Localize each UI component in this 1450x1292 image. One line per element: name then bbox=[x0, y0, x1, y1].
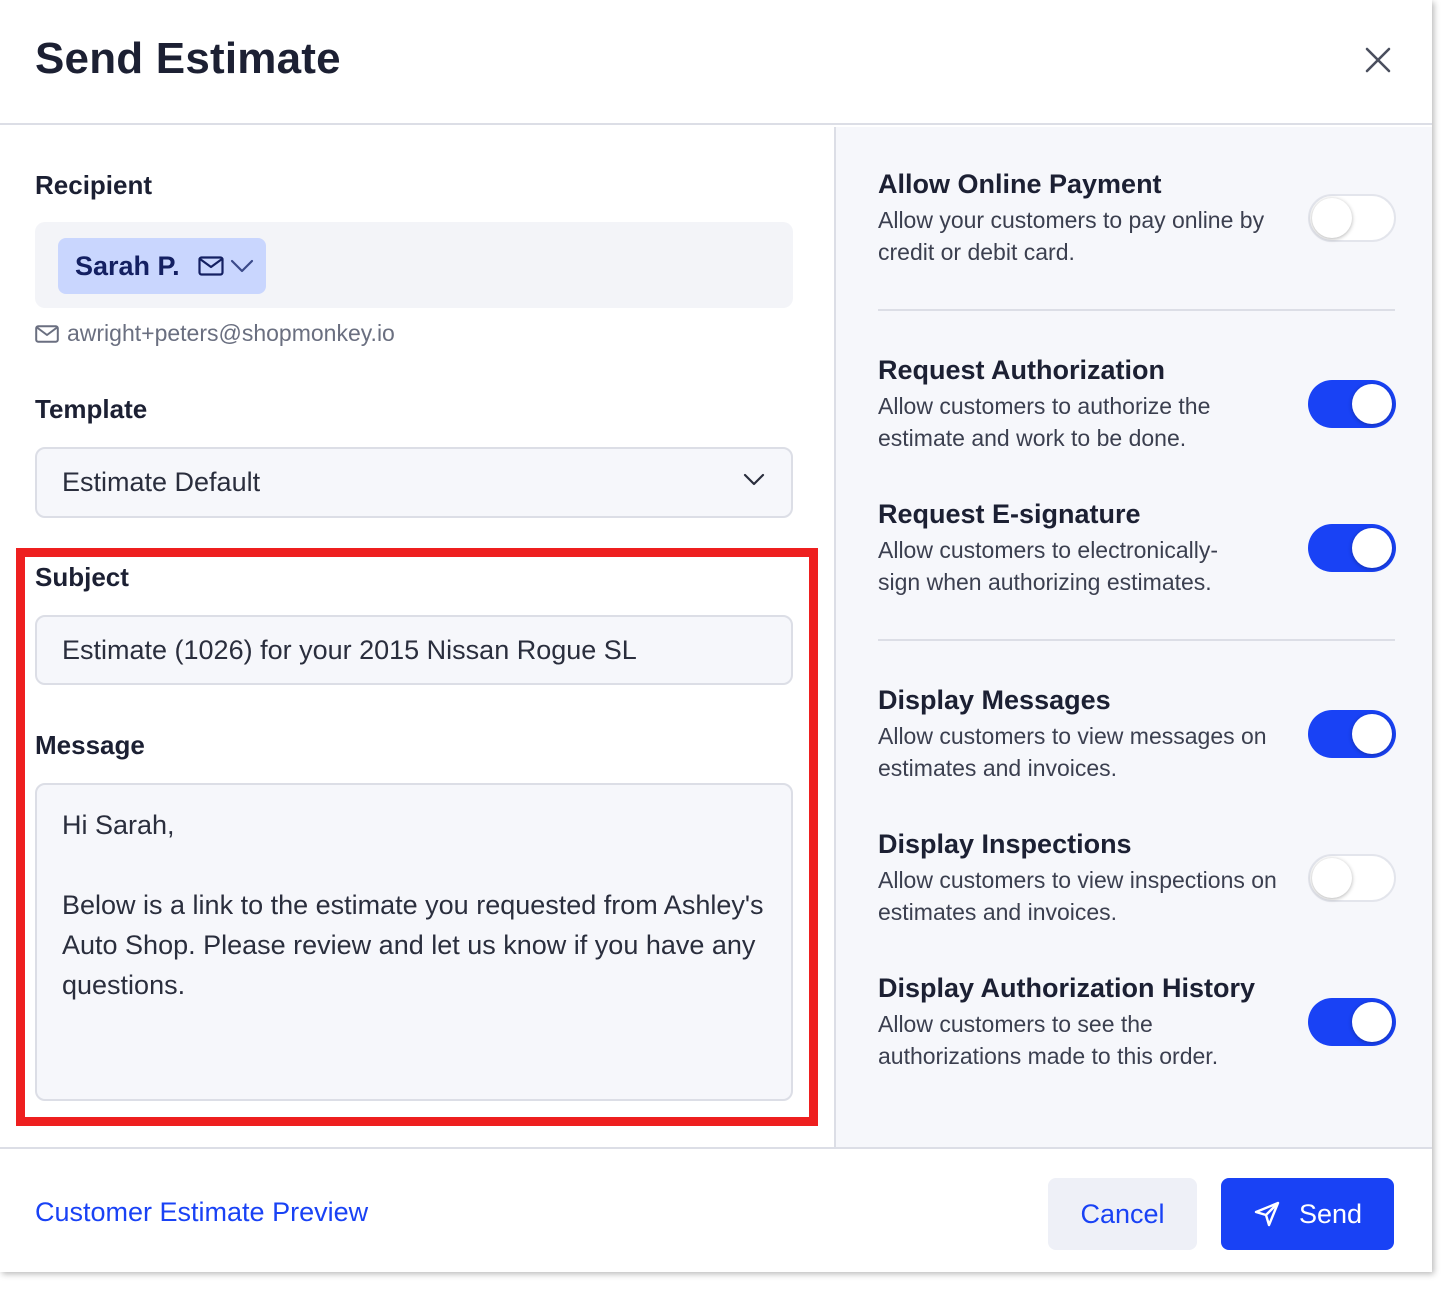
template-select[interactable]: Estimate Default bbox=[35, 447, 793, 518]
toggle-display-messages[interactable] bbox=[1308, 710, 1396, 758]
send-estimate-modal: Send Estimate Recipient Sarah P. awright… bbox=[0, 0, 1432, 1272]
option-title: Request Authorization bbox=[878, 355, 1165, 385]
chevron-down-icon bbox=[743, 473, 765, 486]
customer-estimate-preview-link[interactable]: Customer Estimate Preview bbox=[35, 1197, 368, 1228]
toggle-request-e-signature[interactable] bbox=[1308, 524, 1396, 572]
close-icon bbox=[1365, 47, 1391, 73]
recipient-field[interactable]: Sarah P. bbox=[35, 222, 793, 308]
option-desc: Allow customers to view inspections on e… bbox=[878, 867, 1277, 925]
close-button[interactable] bbox=[1358, 40, 1398, 80]
subject-input-value: Estimate (1026) for your 2015 Nissan Rog… bbox=[62, 634, 637, 665]
toggle-knob bbox=[1352, 384, 1392, 424]
option-title: Display Messages bbox=[878, 685, 1111, 715]
divider bbox=[878, 639, 1395, 641]
modal-footer: Customer Estimate Preview Cancel Send bbox=[0, 1147, 1432, 1272]
option-title: Allow Online Payment bbox=[878, 169, 1162, 199]
option-title: Display Inspections bbox=[878, 829, 1132, 859]
option-desc: Allow customers to view messages on esti… bbox=[878, 723, 1267, 781]
option-title: Display Authorization History bbox=[878, 973, 1256, 1003]
subject-input[interactable]: Estimate (1026) for your 2015 Nissan Rog… bbox=[35, 615, 793, 685]
toggle-knob bbox=[1312, 858, 1352, 898]
toggle-allow-online-payment[interactable] bbox=[1308, 194, 1396, 242]
toggle-display-authorization-history[interactable] bbox=[1308, 998, 1396, 1046]
recipient-chip[interactable]: Sarah P. bbox=[58, 238, 266, 294]
mail-icon bbox=[35, 324, 59, 343]
option-desc: Allow customers to authorize the estimat… bbox=[878, 393, 1211, 451]
recipient-label: Recipient bbox=[35, 170, 153, 200]
modal-header: Send Estimate bbox=[0, 0, 1432, 125]
message-textarea[interactable]: Hi Sarah, Below is a link to the estimat… bbox=[35, 783, 793, 1101]
email-form-panel: Recipient Sarah P. awright+peters@shopmo… bbox=[0, 127, 834, 1147]
send-button-label: Send bbox=[1298, 1198, 1363, 1229]
template-label: Template bbox=[35, 394, 148, 424]
option-desc: Allow customers to see the authorization… bbox=[878, 1011, 1219, 1069]
template-select-value: Estimate Default bbox=[62, 467, 261, 497]
toggle-knob bbox=[1352, 528, 1392, 568]
settings-panel: Allow Online Payment Allow your customer… bbox=[834, 127, 1432, 1147]
mail-icon bbox=[197, 256, 224, 276]
toggle-display-inspections[interactable] bbox=[1308, 854, 1396, 902]
option-title: Request E-signature bbox=[878, 499, 1141, 529]
divider bbox=[878, 309, 1395, 311]
cancel-button[interactable]: Cancel bbox=[1048, 1178, 1197, 1250]
chevron-down-icon[interactable] bbox=[230, 259, 254, 273]
toggle-knob bbox=[1312, 198, 1352, 238]
toggle-knob bbox=[1352, 714, 1392, 754]
option-desc: Allow customers to electronically-sign w… bbox=[878, 537, 1219, 595]
toggle-knob bbox=[1352, 1002, 1392, 1042]
recipient-email: awright+peters@shopmonkey.io bbox=[35, 320, 395, 347]
message-label: Message bbox=[35, 730, 145, 760]
option-desc: Allow your customers to pay online by cr… bbox=[878, 207, 1265, 265]
modal-title: Send Estimate bbox=[35, 34, 341, 83]
toggle-request-authorization[interactable] bbox=[1308, 380, 1396, 428]
send-button[interactable]: Send bbox=[1221, 1178, 1394, 1250]
send-icon bbox=[1254, 1201, 1280, 1227]
recipient-email-text: awright+peters@shopmonkey.io bbox=[67, 320, 395, 346]
subject-label: Subject bbox=[35, 562, 129, 592]
cancel-button-label: Cancel bbox=[1080, 1198, 1165, 1229]
recipient-chip-name: Sarah P. bbox=[75, 250, 180, 281]
